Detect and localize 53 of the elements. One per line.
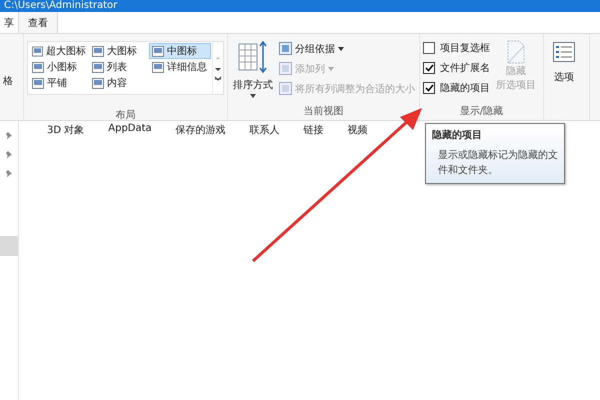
- view-icon: [152, 46, 164, 56]
- checkbox[interactable]: [423, 42, 435, 54]
- layout-option[interactable]: 列表: [89, 59, 149, 75]
- view-icon: [92, 78, 104, 88]
- view-icon: [32, 62, 44, 72]
- folder-name[interactable]: AppData: [108, 123, 152, 137]
- checkbox-option[interactable]: 项目复选框: [423, 40, 490, 56]
- layout-option[interactable]: 小图标: [29, 59, 89, 75]
- folder-name[interactable]: 链接: [304, 123, 324, 137]
- folder-name[interactable]: 视频: [348, 123, 368, 137]
- checkbox[interactable]: [423, 82, 435, 94]
- view-command[interactable]: 分组依据: [279, 40, 415, 57]
- view-icon: [32, 46, 43, 56]
- checkbox-option[interactable]: 文件扩展名: [423, 60, 490, 76]
- window-title: C:\Users\Administrator: [4, 0, 118, 11]
- caret-icon: [328, 66, 334, 70]
- layout-option[interactable]: 中图标: [149, 43, 211, 59]
- tooltip-text: 显示或隐藏标记为隐藏的文件和文件夹。: [437, 148, 558, 178]
- group-label: 显示/隐藏: [458, 104, 504, 119]
- layout-option[interactable]: 内容: [89, 75, 149, 91]
- pin-icon[interactable]: [5, 150, 13, 159]
- checkbox[interactable]: [423, 62, 435, 74]
- group-label: 当前视图: [302, 104, 344, 119]
- caret-icon: [250, 94, 256, 98]
- columns-icon: [279, 62, 292, 75]
- view-icon: [92, 62, 104, 72]
- columns-icon: [279, 82, 292, 95]
- tooltip-title: 隐藏的项目: [432, 128, 483, 142]
- folder-name[interactable]: 3D 对象: [47, 123, 84, 137]
- checkbox-option[interactable]: 隐藏的项目: [423, 80, 490, 96]
- view-icon: [152, 62, 164, 72]
- gallery-scroll[interactable]: [212, 42, 223, 94]
- sort-icon: [238, 40, 268, 76]
- folder-name[interactable]: 联系人: [250, 123, 280, 137]
- pin-icon[interactable]: [5, 169, 13, 178]
- folder-name[interactable]: 保存的游戏: [176, 123, 226, 137]
- pin-icon[interactable]: [5, 131, 13, 140]
- columns-icon: [279, 42, 292, 55]
- layout-option[interactable]: 超大图标: [29, 43, 89, 59]
- ribbon-tab[interactable]: 享: [0, 12, 18, 33]
- sort-button[interactable]: 排序方式: [231, 38, 275, 104]
- layout-option[interactable]: 大图标: [89, 43, 149, 59]
- caret-icon: [338, 46, 344, 50]
- document-icon: [507, 40, 525, 64]
- view-icon: [92, 46, 104, 56]
- group-label: 布局: [114, 109, 136, 122]
- layout-option[interactable]: 详细信息: [149, 59, 211, 75]
- pane-label[interactable]: 格: [3, 74, 13, 120]
- ribbon-tab[interactable]: 查看: [18, 12, 58, 33]
- view-icon: [32, 78, 44, 88]
- list-icon: [553, 42, 575, 62]
- layout-option[interactable]: 平铺: [29, 75, 89, 91]
- options-button[interactable]: 选项: [547, 38, 581, 90]
